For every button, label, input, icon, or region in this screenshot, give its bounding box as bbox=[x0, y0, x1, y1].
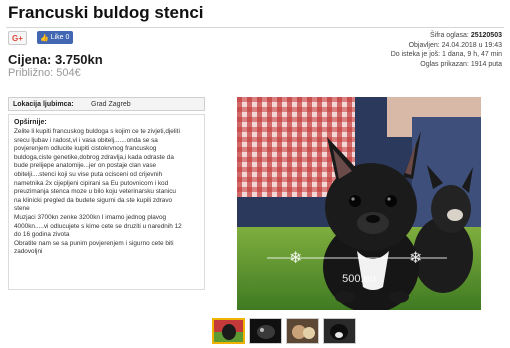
location-value: Grad Zagreb bbox=[91, 100, 131, 108]
title-divider bbox=[6, 27, 504, 28]
thumbnail-3[interactable] bbox=[286, 318, 319, 344]
watermark: 500.eu bbox=[237, 273, 481, 285]
description-line: do 16 godina zivota bbox=[14, 231, 70, 239]
watermark-text: 500.eu bbox=[342, 273, 376, 285]
ad-id-label: Šifra oglasa: bbox=[429, 32, 469, 39]
location-label: Lokacija ljubimca: bbox=[13, 100, 74, 108]
description-line: Muzjaci 3700kn zenke 3200kn I imamo jedn… bbox=[14, 213, 167, 221]
thumbnail-1[interactable] bbox=[212, 318, 245, 344]
price: Cijena: 3.750kn bbox=[8, 52, 103, 67]
svg-text:❄: ❄ bbox=[289, 248, 302, 267]
description-box: Opširnije: Zelite li kupiti francuskog b… bbox=[8, 114, 205, 290]
thumbnail-strip bbox=[212, 318, 356, 344]
description-line: stene bbox=[14, 205, 30, 213]
price-approx: Približno: 504€ bbox=[8, 67, 81, 79]
ad-meta: Šifra oglasa: 25120503 Objavljen: 24.04.… bbox=[391, 31, 502, 69]
thumbs-up-icon: 👍 bbox=[40, 34, 49, 42]
like-label: Like 0 bbox=[50, 34, 70, 41]
views-label: Oglas prikazan: bbox=[420, 60, 469, 68]
main-photo[interactable]: ❄ ❄ 500.eu bbox=[237, 97, 481, 310]
description-line: Zelite li kupiti francuskog buldoga s ko… bbox=[14, 128, 180, 135]
location-row: Lokacija ljubimca: Grad Zagreb bbox=[8, 97, 205, 111]
page-title: Francuski buldog stenci bbox=[8, 3, 204, 22]
thumbnail-4[interactable] bbox=[323, 318, 356, 344]
description-line: na klinicki pregled da budete sigurni da… bbox=[14, 196, 173, 204]
description-line: bude prelijepe anatomije...jer on postaj… bbox=[14, 162, 157, 170]
description-line: obitelji....stenci koji su vise puta oci… bbox=[14, 170, 163, 178]
description-line: povjerenjem odlucite kupiti cistokrvnog … bbox=[14, 145, 157, 153]
description-line: 4000kn.....vi odlucujete s kime cete se … bbox=[14, 222, 182, 230]
description-heading: Opširnije: bbox=[14, 119, 47, 126]
description-line: nametnika 2x cijepljeni cipirani sa Eu p… bbox=[14, 179, 169, 187]
google-plus-button[interactable]: G+ bbox=[8, 31, 27, 45]
description-line: srecu ljubav i radost,vi i vasa obitelj.… bbox=[14, 136, 158, 144]
facebook-like-button[interactable]: 👍 Like 0 bbox=[37, 31, 73, 44]
description-body: Zelite li kupiti francuskog buldoga s ko… bbox=[14, 128, 199, 257]
published-date: Objavljen: 24.04.2018 u 19:43 bbox=[408, 41, 502, 49]
thumbnail-2[interactable] bbox=[249, 318, 282, 344]
description-line: buldoga,ciste genetike,dobrog zdravlja,i… bbox=[14, 153, 174, 161]
description-line: Obratite nam se sa punim povjerenjem i s… bbox=[14, 239, 174, 247]
description-line: preuzimanja stenca moze u bilo koju vete… bbox=[14, 188, 176, 196]
description-line: zadovoljni bbox=[14, 248, 43, 256]
svg-text:❄: ❄ bbox=[409, 248, 422, 267]
expires-in: Do isteka je još: 1 dana, 9 h, 47 min bbox=[390, 51, 502, 58]
views-value: 1914 puta bbox=[470, 60, 502, 68]
ad-id-value: 25120503 bbox=[470, 32, 502, 39]
